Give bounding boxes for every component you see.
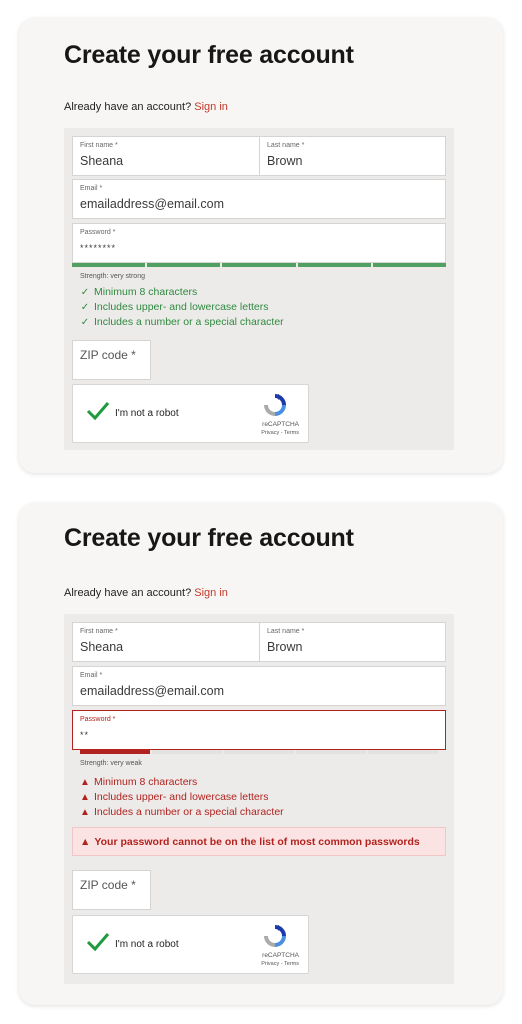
last-name-value: Brown xyxy=(267,154,303,168)
last-name-value: Brown xyxy=(267,640,303,654)
strength-bar-5 xyxy=(368,750,438,754)
last-name-label: Last name * xyxy=(267,628,305,635)
first-name-label: First name * xyxy=(80,142,118,149)
requirement-text: Includes upper- and lowercase letters xyxy=(94,301,269,313)
recaptcha-terms-link[interactable]: Privacy - Terms xyxy=(261,961,299,967)
page-title: Create your free account xyxy=(64,524,354,552)
warning-icon: ▲ xyxy=(80,776,90,788)
zip-code-field[interactable]: ZIP code * xyxy=(72,870,151,910)
password-label: Password * xyxy=(80,229,116,236)
sign-in-link[interactable]: Sign in xyxy=(194,587,228,599)
requirement-case: ▲ Includes upper- and lowercase letters xyxy=(80,791,269,803)
check-icon[interactable] xyxy=(85,398,111,424)
password-field[interactable]: Password * ******** xyxy=(72,223,446,263)
page-title: Create your free account xyxy=(64,41,354,69)
strength-bar-3 xyxy=(224,750,294,754)
check-icon[interactable] xyxy=(85,929,111,955)
requirement-case: ✓ Includes upper- and lowercase letters xyxy=(80,301,269,313)
not-robot-label: I'm not a robot xyxy=(115,408,179,419)
check-icon: ✓ xyxy=(80,316,90,328)
zip-code-placeholder: ZIP code * xyxy=(80,348,136,362)
warning-icon: ▲ xyxy=(80,791,90,803)
recaptcha-widget: I'm not a robot reCAPTCHA Privacy - Term… xyxy=(72,915,309,974)
email-label: Email * xyxy=(80,672,103,679)
requirement-number-special: ▲ Includes a number or a special charact… xyxy=(80,806,284,818)
last-name-field[interactable]: Last name * Brown xyxy=(259,622,446,662)
recaptcha-brand: reCAPTCHA xyxy=(262,952,299,959)
check-icon: ✓ xyxy=(80,301,90,313)
warning-icon: ▲ xyxy=(80,835,91,848)
strength-meter xyxy=(72,263,447,267)
zip-code-placeholder: ZIP code * xyxy=(80,878,136,892)
requirement-text: Minimum 8 characters xyxy=(94,776,198,788)
first-name-value: Sheana xyxy=(80,640,124,654)
strength-text: Strength: very weak xyxy=(80,760,142,767)
signup-form: First name * Sheana Last name * Brown Em… xyxy=(64,614,454,984)
requirement-text: Includes a number or a special character xyxy=(94,806,284,818)
password-field[interactable]: Password * ** xyxy=(72,710,446,750)
strength-bar-1 xyxy=(72,263,146,267)
signup-card-weak: Create your free account Already have an… xyxy=(19,503,503,1005)
requirement-min-length: ▲ Minimum 8 characters xyxy=(80,776,197,788)
signup-form: First name * Sheana Last name * Brown Em… xyxy=(64,128,454,450)
already-account-text: Already have an account? xyxy=(64,101,192,113)
first-name-field[interactable]: First name * Sheana xyxy=(72,136,260,176)
check-icon: ✓ xyxy=(80,286,90,298)
requirement-number-special: ✓ Includes a number or a special charact… xyxy=(80,316,284,328)
recaptcha-logo-icon xyxy=(264,925,286,947)
zip-code-field[interactable]: ZIP code * xyxy=(72,340,151,380)
sign-in-link[interactable]: Sign in xyxy=(194,101,228,113)
recaptcha-logo-icon xyxy=(264,394,286,416)
first-name-label: First name * xyxy=(80,628,118,635)
recaptcha-terms-link[interactable]: Privacy - Terms xyxy=(261,430,299,436)
error-text: Your password cannot be on the list of m… xyxy=(94,835,420,848)
strength-bar-4 xyxy=(296,750,366,754)
recaptcha-brand: reCAPTCHA xyxy=(262,421,299,428)
signup-card-strong: Create your free account Already have an… xyxy=(19,18,503,473)
strength-bar-1 xyxy=(80,750,150,754)
strength-bar-2 xyxy=(152,750,222,754)
strength-meter xyxy=(80,750,438,754)
strength-bar-5 xyxy=(372,263,447,267)
first-name-value: Sheana xyxy=(80,154,124,168)
already-account-row: Already have an account? Sign in xyxy=(64,101,228,113)
last-name-field[interactable]: Last name * Brown xyxy=(259,136,446,176)
already-account-text: Already have an account? xyxy=(64,587,192,599)
requirement-min-length: ✓ Minimum 8 characters xyxy=(80,286,197,298)
strength-bar-4 xyxy=(297,263,371,267)
email-field[interactable]: Email * emailaddress@email.com xyxy=(72,666,446,706)
requirement-text: Includes upper- and lowercase letters xyxy=(94,791,269,803)
email-value: emailaddress@email.com xyxy=(80,197,224,211)
already-account-row: Already have an account? Sign in xyxy=(64,587,228,599)
requirement-text: Includes a number or a special character xyxy=(94,316,284,328)
strength-text: Strength: very strong xyxy=(80,273,145,280)
strength-bar-3 xyxy=(222,263,296,267)
email-label: Email * xyxy=(80,185,103,192)
password-label: Password * xyxy=(80,716,116,723)
email-field[interactable]: Email * emailaddress@email.com xyxy=(72,179,446,219)
recaptcha-widget: I'm not a robot reCAPTCHA Privacy - Term… xyxy=(72,384,309,443)
password-value: ** xyxy=(80,730,90,740)
first-name-field[interactable]: First name * Sheana xyxy=(72,622,260,662)
warning-icon: ▲ xyxy=(80,806,90,818)
common-password-error: ▲ Your password cannot be on the list of… xyxy=(72,827,446,856)
password-value: ******** xyxy=(80,243,117,253)
email-value: emailaddress@email.com xyxy=(80,684,224,698)
strength-bar-2 xyxy=(147,263,221,267)
requirement-text: Minimum 8 characters xyxy=(94,286,198,298)
last-name-label: Last name * xyxy=(267,142,305,149)
not-robot-label: I'm not a robot xyxy=(115,939,179,950)
